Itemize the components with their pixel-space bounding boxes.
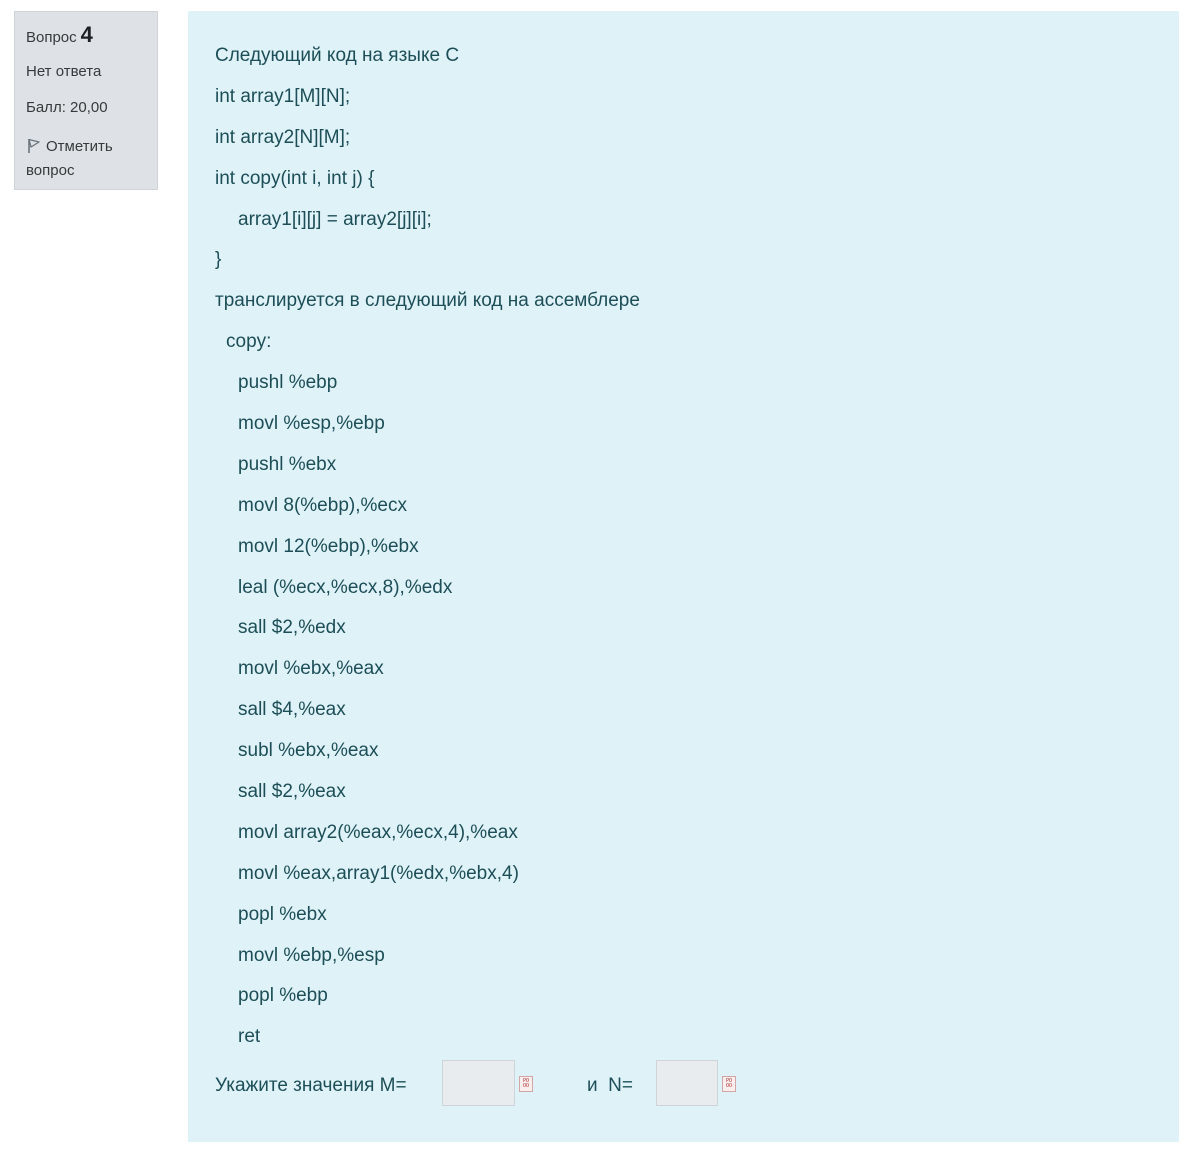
answer-row: Укажите значения M= РО ОО и N= РО ОО: [215, 1060, 915, 1108]
question-line: транслируется в следующий код на ассембл…: [215, 290, 640, 312]
question-line: subl %ebx,%eax: [238, 740, 379, 762]
question-line: movl %eax,array1(%edx,%ebx,4): [238, 862, 519, 884]
answer-feedback-icon: РО ОО: [722, 1076, 736, 1092]
question-number: Вопрос 4: [26, 24, 146, 49]
question-line: sall $4,%eax: [238, 699, 346, 721]
question-line: movl 12(%ebp),%ebx: [238, 535, 419, 557]
question-state: Нет ответа: [26, 63, 102, 80]
question-line: movl %ebp,%esp: [238, 944, 385, 966]
flag-question-link[interactable]: Отметить вопрос: [26, 135, 146, 183]
question-number-value: 4: [80, 22, 93, 47]
question-line: array1[i][j] = array2[j][i];: [238, 208, 432, 230]
question-line: Следующий код на языке С: [215, 45, 460, 66]
question-formulation: Следующий код на языке С int array1[M][N…: [188, 11, 1179, 1142]
question-line: movl array2(%eax,%ecx,4),%eax: [238, 821, 518, 843]
question-line: copy:: [226, 331, 272, 353]
question-text: Следующий код на языке С int array1[M][N…: [215, 44, 640, 1066]
question-info-panel: Вопрос 4 Нет ответа Балл: 20,00 Отметить …: [14, 11, 158, 190]
question-line: leal (%ecx,%ecx,8),%edx: [238, 576, 453, 598]
question-line: int array1[M][N];: [215, 85, 351, 107]
question-line: movl 8(%ebp),%ecx: [238, 494, 407, 516]
question-grade: Балл: 20,00: [26, 99, 108, 116]
answer-prompt: Укажите значения M=: [215, 1075, 407, 1096]
question-line: int copy(int i, int j) {: [215, 167, 375, 189]
n-label: и N=: [587, 1075, 633, 1096]
question-line: pushl %ebx: [238, 453, 337, 475]
answer-feedback-icon: РО ОО: [519, 1076, 533, 1092]
question-line: sall $2,%edx: [238, 617, 346, 639]
question-number-label: Вопрос: [26, 29, 77, 46]
question-line: }: [215, 249, 222, 271]
flag-icon: [28, 138, 40, 153]
question-line: movl %esp,%ebp: [238, 413, 385, 435]
question-line: sall $2,%eax: [238, 781, 346, 803]
n-value-input[interactable]: [656, 1060, 718, 1106]
question-line: popl %ebp: [238, 985, 328, 1007]
question-line: pushl %ebp: [238, 372, 338, 394]
question-line: movl %ebx,%eax: [238, 658, 384, 680]
question-line: popl %ebx: [238, 903, 327, 925]
question-line: int array2[N][M];: [215, 126, 351, 148]
m-value-input[interactable]: [442, 1060, 515, 1106]
